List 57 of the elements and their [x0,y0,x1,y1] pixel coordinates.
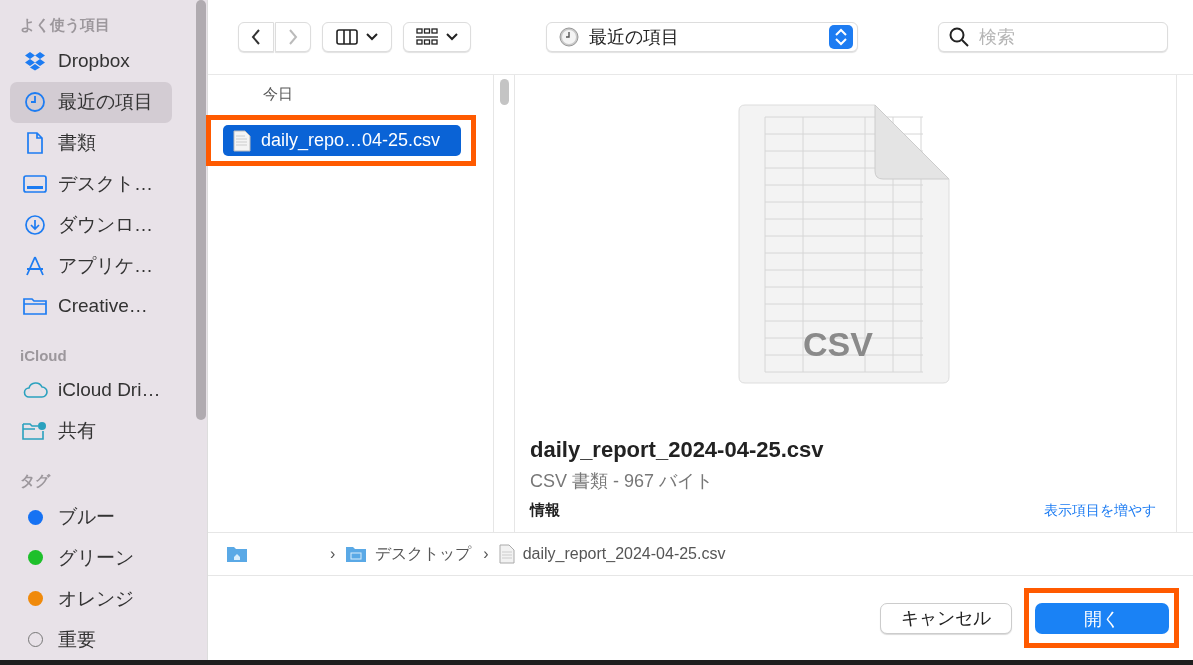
path-separator: › [483,545,489,563]
download-icon [24,213,46,236]
chevron-left-icon [251,29,261,45]
sidebar-item[interactable]: 書類 [10,122,172,164]
sidebar-section-title: よく使う項目 [19,15,111,35]
sidebar-item[interactable]: Creative… [10,286,172,327]
sidebar-item[interactable]: 最近の項目 [10,81,172,123]
open-button[interactable]: 開く [1035,603,1169,634]
document-icon [26,132,44,155]
back-button[interactable] [238,22,274,52]
search-icon [949,27,969,47]
file-icon [498,544,515,564]
file-item[interactable]: daily_repo…04-25.csv [223,125,461,156]
sidebar-item[interactable]: ダウンロ… [10,204,172,246]
cancel-button[interactable]: キャンセル [880,602,1012,634]
path-item[interactable]: デスクトップ [375,543,472,565]
shared-folder-icon [22,421,48,442]
caret-icon [366,33,378,41]
dropbox-icon [24,51,46,72]
sidebar-item[interactable]: グリーン [10,537,172,579]
folder-icon [23,296,47,317]
stepper-icon [829,25,853,49]
columns-icon [336,29,358,45]
clock-icon [559,27,579,47]
path-separator: › [330,545,336,563]
grid-icon [416,28,438,46]
group-view-button[interactable] [403,22,471,52]
info-heading: 情報 [530,501,560,520]
sidebar-item[interactable]: ブルー [10,496,172,538]
sidebar-section-title: タグ [19,470,52,491]
sidebar-section-title: iCloud [19,345,68,366]
csv-file-icon [233,129,251,152]
file-type-label: CSV [803,325,873,364]
column-view-button[interactable] [322,22,392,52]
desktop-icon [23,173,47,194]
caret-icon [446,33,458,41]
apps-icon [24,254,46,277]
scrollbar-thumb[interactable] [196,0,206,420]
cloud-icon [22,381,48,400]
clock-icon [24,91,46,114]
location-popup[interactable]: 最近の項目 [546,22,858,52]
show-more-link[interactable]: 表示項目を増やす [1044,502,1156,520]
scrollbar-thumb[interactable] [499,79,509,105]
sidebar-item[interactable]: iCloud Dri… [10,369,172,411]
sidebar-item[interactable]: デスクト… [10,163,172,205]
sidebar-item[interactable]: 共有 [10,410,172,452]
sidebar-item[interactable]: アプリケ… [10,245,172,287]
sidebar-item[interactable]: Dropbox [10,41,172,82]
folder-icon [345,545,368,563]
file-info-text: CSV 書類 - 967 バイト [530,470,715,493]
home-folder-icon [226,545,248,563]
path-item[interactable]: daily_report_2024-04-25.csv [522,545,726,563]
group-header: 今日 [262,85,294,104]
sidebar-item[interactable]: 重要 [10,619,172,660]
sidebar-item[interactable]: オレンジ [10,578,172,620]
chevron-right-icon [288,29,298,45]
file-name-title: daily_report_2024-04-25.csv [530,437,825,463]
